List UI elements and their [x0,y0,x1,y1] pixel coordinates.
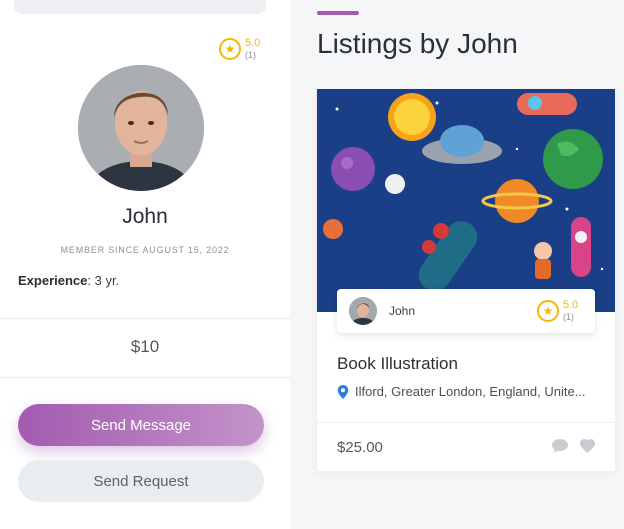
profile-price: $10 [130,337,160,356]
profile-top-strip [14,0,266,14]
send-request-button[interactable]: Send Request [18,460,264,502]
map-pin-icon [337,384,349,399]
send-message-button[interactable]: Send Message [18,404,264,446]
profile-rating: ★ 5.0 (1) [219,38,260,60]
avatar-photo [78,65,204,191]
heart-icon[interactable] [580,439,595,453]
profile-card: ★ 5.0 (1) John MEMBER SINCE AUGUST 15, 2… [0,0,290,529]
rating-score: 5.0 [245,37,261,49]
rating-count: (1) [245,50,256,60]
listing-actions [552,439,595,453]
heading-accent-bar [317,11,359,15]
experience-value: : 3 yr. [87,273,120,288]
space-illustration [317,89,615,312]
experience: Experience: 3 yr. [18,273,119,288]
listing-title[interactable]: Book Illustration [337,354,458,374]
profile-name: John [122,205,168,228]
card-divider [317,422,615,423]
seller-avatar [349,297,377,325]
listing-image[interactable] [317,89,615,312]
page-title: Listings by John [317,28,518,59]
divider [0,318,290,319]
listing-seller[interactable]: John ★ 5.0 (1) [337,289,595,333]
listing-price: $25.00 [337,439,383,456]
chat-bubble-icon[interactable] [552,439,568,453]
listing-location: Ilford, Greater London, England, Unite..… [337,384,602,399]
seller-name: John [389,304,416,318]
avatar [78,65,204,191]
divider [0,377,290,378]
member-since: MEMBER SINCE AUGUST 15, 2022 [60,245,230,255]
location-text: Ilford, Greater London, England, Unite..… [355,384,586,399]
star-icon: ★ [537,300,559,322]
rating-count: (1) [563,312,574,322]
experience-label: Experience [18,273,88,288]
rating-score: 5.0 [563,299,579,311]
star-icon: ★ [219,38,241,60]
listing-rating: ★ 5.0 (1) [537,300,578,322]
listing-card[interactable]: John ★ 5.0 (1) Book Illustration Ilford,… [317,89,615,471]
